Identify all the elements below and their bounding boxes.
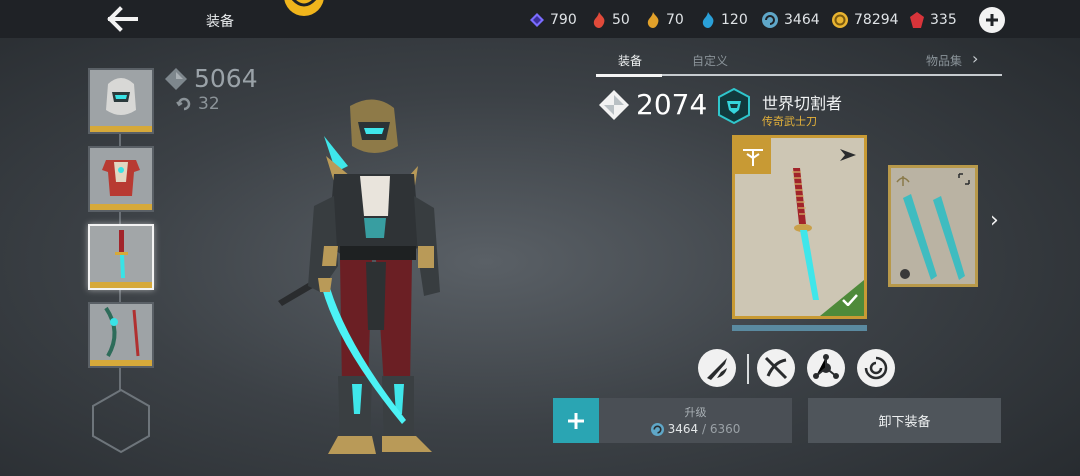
swirl-orb-icon xyxy=(650,422,664,436)
twin-blades-icon xyxy=(900,194,965,280)
currency-gold-coin: 78294 xyxy=(832,10,899,30)
tab-equip[interactable]: 装备 xyxy=(618,52,642,69)
top-bar: 装备 790 50 70 120 3464 78294 335 xyxy=(0,0,1080,38)
ability-network-button[interactable] xyxy=(807,349,845,387)
character-level: 32 xyxy=(176,94,220,114)
active-tab-indicator xyxy=(596,74,662,77)
tab-custom[interactable]: 自定义 xyxy=(692,52,728,69)
power-diamond-icon xyxy=(599,89,629,120)
currency-purple-gem: 790 xyxy=(530,10,577,30)
swap-icon xyxy=(958,173,970,185)
ranged-slot[interactable] xyxy=(88,302,154,368)
tab-collection[interactable]: 物品集 xyxy=(926,52,962,69)
power-diamond-icon xyxy=(165,67,187,90)
arrow-left-icon xyxy=(107,6,138,32)
currency-ruby: 335 xyxy=(910,10,957,30)
purple-gem-icon xyxy=(530,13,544,27)
item-power-value: 2074 xyxy=(636,88,708,121)
refresh-swirl-icon xyxy=(176,97,191,111)
upgrade-control: 升级 3464 / 6360 xyxy=(553,398,792,443)
ruby-icon xyxy=(910,12,924,28)
katana-icon xyxy=(90,226,152,282)
gold-flame-icon xyxy=(647,12,659,28)
shadow-emblem-icon xyxy=(718,88,750,124)
blade-class-icon xyxy=(743,149,763,166)
currency-value: 120 xyxy=(721,12,748,28)
character-model xyxy=(278,99,440,454)
character-power-value: 5064 xyxy=(194,64,258,93)
gold-coin-icon xyxy=(832,12,848,28)
sword-shield-icon xyxy=(707,358,727,380)
slot-rarity-bar xyxy=(90,282,152,288)
blade-class-icon xyxy=(896,176,910,186)
page-title: 装备 xyxy=(206,14,234,30)
ability-swirl-button[interactable] xyxy=(857,349,895,387)
upgrade-cost: 3464 / 6360 xyxy=(599,422,792,436)
upgrade-plus-button[interactable] xyxy=(553,398,599,443)
crossed-slash-icon xyxy=(764,356,788,380)
event-badge-icon[interactable] xyxy=(282,0,326,20)
currency-value: 50 xyxy=(612,12,630,28)
slot-rarity-bar xyxy=(90,360,152,366)
ability-slash-button[interactable] xyxy=(757,349,795,387)
upgrade-separator: / xyxy=(698,422,710,436)
swift-arrow-icon xyxy=(840,149,856,161)
helmet-slot[interactable] xyxy=(88,68,154,134)
bow-icon xyxy=(90,304,152,360)
item-name: 世界切割者 xyxy=(762,94,843,113)
plus-icon xyxy=(986,14,998,26)
next-item-chevron-icon[interactable]: › xyxy=(990,208,999,233)
weapon-slot[interactable] xyxy=(88,224,154,290)
currency-gold-flame: 70 xyxy=(646,10,684,30)
currency-value: 78294 xyxy=(854,12,899,28)
armor-slot[interactable] xyxy=(88,146,154,212)
character-level-value: 32 xyxy=(198,94,220,114)
plus-icon xyxy=(568,412,584,429)
empty-slot-hexagon[interactable] xyxy=(90,388,152,454)
add-currency-button[interactable] xyxy=(979,7,1005,33)
swirl-orb-icon xyxy=(762,12,778,28)
currency-red-flame: 50 xyxy=(592,10,630,30)
item-tabs: 装备 自定义 物品集 xyxy=(596,46,1002,77)
collection-chevron-right-icon[interactable]: › xyxy=(972,49,978,68)
ability-divider xyxy=(747,354,749,384)
slot-rarity-bar xyxy=(90,126,152,132)
currency-value: 790 xyxy=(550,12,577,28)
currency-value: 70 xyxy=(666,12,684,28)
upgrade-current: 3464 xyxy=(667,422,699,436)
swirl-icon xyxy=(864,356,888,380)
red-flame-icon xyxy=(593,12,605,28)
upgrade-button[interactable]: 升级 3464 / 6360 xyxy=(599,398,792,443)
currency-value: 3464 xyxy=(784,12,820,28)
currency-blue-flame: 120 xyxy=(701,10,748,30)
checkmark-icon xyxy=(842,294,858,306)
currency-swirl-orb: 3464 xyxy=(762,10,820,30)
ability-weapon-button[interactable] xyxy=(698,349,736,387)
back-button[interactable] xyxy=(106,4,146,34)
blue-flame-icon xyxy=(702,12,714,28)
slot-rarity-bar xyxy=(90,204,152,210)
item-rarity: 传奇武士刀 xyxy=(762,115,817,128)
upgrade-required: 6360 xyxy=(709,422,741,436)
item-power: 2074 xyxy=(598,88,707,121)
armor-icon xyxy=(90,148,152,204)
character-power: 5064 xyxy=(164,64,258,93)
upgrade-label: 升级 xyxy=(684,406,707,419)
currency-value: 335 xyxy=(930,12,957,28)
equipped-item-bar xyxy=(732,325,867,331)
nodes-icon xyxy=(813,354,839,379)
unequip-button[interactable]: 卸下装备 xyxy=(808,398,1001,443)
equipped-item-card[interactable] xyxy=(732,135,867,319)
helmet-icon xyxy=(90,70,152,126)
alt-item-card[interactable] xyxy=(888,165,978,287)
